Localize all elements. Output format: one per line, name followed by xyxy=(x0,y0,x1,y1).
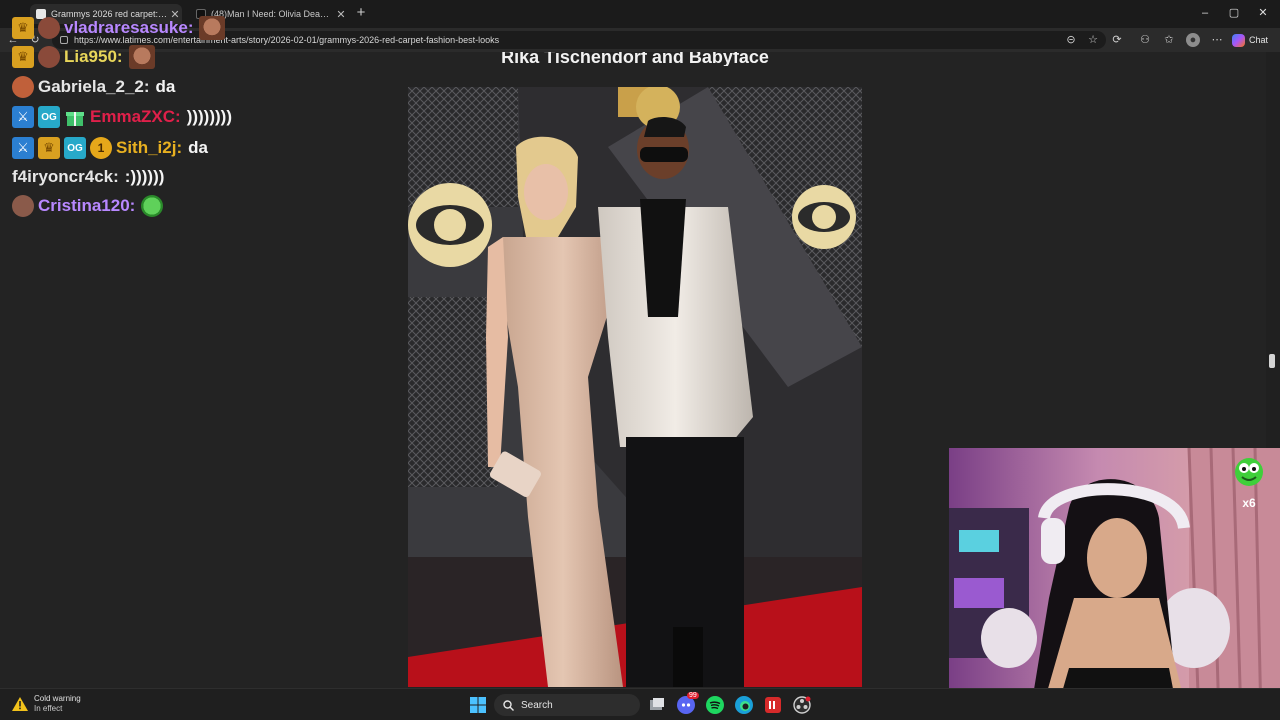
chat-text: )))))))) xyxy=(186,107,232,126)
chat-text: :)))))) xyxy=(124,167,165,186)
weather-widget[interactable]: Cold warning In effect xyxy=(12,694,81,714)
user-avatar-icon xyxy=(38,46,60,68)
more-options-icon[interactable]: ⋯ xyxy=(1210,33,1224,47)
discord-taskbar-button[interactable]: 99 xyxy=(677,692,699,714)
green-character-icon xyxy=(1235,458,1263,486)
minimize-button[interactable]: – xyxy=(1190,4,1220,22)
gift-badge-icon xyxy=(64,106,86,128)
chat-message: Gabriela_2_2: da xyxy=(12,74,175,100)
stream-chat-overlay: ♛ vladraresasuke: ♛ Lia950: Gabriela_2_2… xyxy=(12,0,292,220)
close-tab-icon[interactable]: ✕ xyxy=(334,8,348,21)
red-carpet-photo-art xyxy=(408,87,862,687)
notification-badge: 99 xyxy=(687,692,699,699)
chat-message: Cristina120: xyxy=(12,193,164,219)
red-carpet-photo xyxy=(408,87,862,687)
moderator-sword-icon: ⚔ xyxy=(12,106,34,128)
new-tab-button[interactable]: + xyxy=(352,4,370,22)
chat-username: Sith_i2j: xyxy=(116,138,183,157)
chat-message: ⚔ OG EmmaZXC: )))))))) xyxy=(12,104,232,130)
multiplier-overlay: x6 xyxy=(1232,455,1266,510)
crown-badge-icon: ♛ xyxy=(12,46,34,68)
favorites-icon[interactable]: ✩ xyxy=(1162,33,1176,47)
windows-start-icon[interactable] xyxy=(470,697,486,713)
crown-badge-icon: ♛ xyxy=(38,137,60,159)
chat-text: da xyxy=(155,77,176,96)
reader-mode-icon[interactable]: ⊝ xyxy=(1064,33,1078,47)
maximize-button[interactable]: ▢ xyxy=(1219,4,1249,22)
chat-label: Chat xyxy=(1249,35,1269,45)
cat-badge-icon xyxy=(12,76,34,98)
photo-caption-heading: Rika Tischendorf and Babyface xyxy=(501,52,769,66)
face-emote-icon xyxy=(199,16,226,40)
windows-taskbar: Cold warning In effect Search 99 xyxy=(0,688,1280,720)
og-badge-icon: OG xyxy=(38,106,60,128)
screen: Grammys 2026 red carpet: The be ✕ (48)Ma… xyxy=(0,0,1280,720)
warning-icon xyxy=(12,697,28,711)
green-emote-icon xyxy=(141,195,164,217)
edge-browser-icon[interactable] xyxy=(735,696,753,714)
copilot-chat-button[interactable]: Chat xyxy=(1232,31,1268,49)
webcam-image xyxy=(949,448,1280,720)
scrollbar-thumb[interactable] xyxy=(1269,354,1275,368)
extensions-icon[interactable]: ⟳ xyxy=(1110,33,1124,47)
search-label: Search xyxy=(521,699,553,711)
spotify-icon[interactable] xyxy=(706,696,724,714)
streaming-app-icon[interactable] xyxy=(764,696,782,714)
chat-message: ♛ vladraresasuke: xyxy=(12,15,226,41)
face-emote-icon xyxy=(128,45,155,69)
chat-text: da xyxy=(188,138,208,157)
copilot-icon xyxy=(1232,33,1245,47)
chat-username: Cristina120: xyxy=(38,196,136,215)
multiplier-label: x6 xyxy=(1242,496,1256,510)
user-avatar-icon xyxy=(12,195,34,217)
search-icon xyxy=(503,699,514,711)
chat-username: vladraresasuke: xyxy=(64,18,194,37)
crown-badge-icon: ♛ xyxy=(12,17,34,39)
favorite-star-icon[interactable]: ☆ xyxy=(1086,33,1100,47)
chat-message: f4iryoncr4ck: :)))))) xyxy=(12,164,164,190)
webcam-feed xyxy=(949,448,1280,720)
avatar[interactable]: ● xyxy=(1186,33,1200,47)
chat-message: ⚔ ♛ OG 1 Sith_i2j: da xyxy=(12,135,208,161)
taskbar-search[interactable]: Search xyxy=(494,694,640,716)
profile-sync-icon[interactable]: ⚇ xyxy=(1138,33,1152,47)
weather-title: Cold warning xyxy=(34,694,81,703)
task-view-icon[interactable] xyxy=(648,696,666,714)
moderator-sword-icon: ⚔ xyxy=(12,137,34,159)
user-avatar-icon xyxy=(38,17,60,39)
weather-subtitle: In effect xyxy=(34,704,63,713)
subscriber-badge-icon: 1 xyxy=(90,137,112,159)
og-badge-icon: OG xyxy=(64,137,86,159)
obs-icon[interactable] xyxy=(793,696,811,714)
chat-username: f4iryoncr4ck: xyxy=(12,167,119,186)
close-window-button[interactable]: ✕ xyxy=(1248,4,1278,22)
chat-username: Lia950: xyxy=(64,47,123,66)
chat-username: EmmaZXC: xyxy=(90,107,181,126)
chat-message: ♛ Lia950: xyxy=(12,44,155,70)
chat-username: Gabriela_2_2: xyxy=(38,77,150,96)
